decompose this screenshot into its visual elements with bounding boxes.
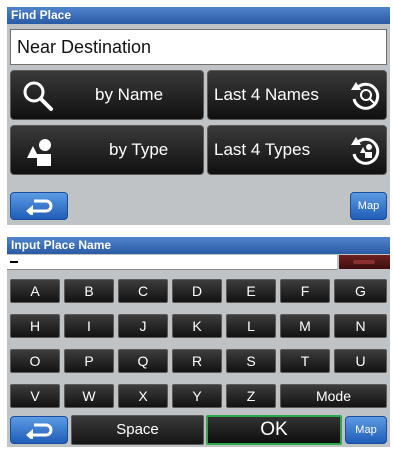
by-name-label: by Name bbox=[95, 85, 164, 104]
map-button[interactable]: Map bbox=[345, 416, 387, 444]
find-by-name-button[interactable]: by Name bbox=[10, 70, 204, 120]
key-d[interactable]: D bbox=[172, 279, 222, 303]
key-l[interactable]: L bbox=[226, 314, 276, 338]
back-arrow-icon bbox=[26, 199, 53, 215]
key-b[interactable]: B bbox=[64, 279, 114, 303]
key-t[interactable]: T bbox=[280, 349, 330, 373]
key-a[interactable]: A bbox=[10, 279, 60, 303]
key-m[interactable]: M bbox=[280, 314, 330, 338]
key-f[interactable]: F bbox=[280, 279, 330, 303]
key-w[interactable]: W bbox=[64, 384, 114, 408]
key-u[interactable]: U bbox=[334, 349, 387, 373]
last-4-names-button[interactable]: Last 4 Names bbox=[207, 70, 387, 120]
by-type-label: by Type bbox=[109, 140, 169, 159]
input-place-name-screen: Input Place Name A B C D E F G H I J K L… bbox=[7, 237, 390, 447]
place-name-input[interactable] bbox=[7, 255, 337, 270]
last-4-types-button[interactable]: Last 4 Types bbox=[207, 125, 387, 175]
key-o[interactable]: O bbox=[10, 349, 60, 373]
input-place-name-title: Input Place Name bbox=[7, 237, 390, 254]
space-key[interactable]: Space bbox=[71, 415, 204, 445]
key-k[interactable]: K bbox=[172, 314, 222, 338]
key-z[interactable]: Z bbox=[226, 384, 276, 408]
ok-button[interactable]: OK bbox=[206, 415, 342, 445]
back-arrow-icon bbox=[26, 423, 53, 439]
key-r[interactable]: R bbox=[172, 349, 222, 373]
key-j[interactable]: J bbox=[118, 314, 168, 338]
key-g[interactable]: G bbox=[334, 279, 387, 303]
map-button[interactable]: Map bbox=[350, 192, 387, 220]
key-i[interactable]: I bbox=[64, 314, 114, 338]
backspace-icon bbox=[353, 260, 375, 264]
last-4-types-label: Last 4 Types bbox=[214, 140, 311, 159]
key-v[interactable]: V bbox=[10, 384, 60, 408]
mode-key[interactable]: Mode bbox=[280, 384, 387, 408]
back-button[interactable] bbox=[10, 416, 68, 444]
key-c[interactable]: C bbox=[118, 279, 168, 303]
near-destination-field[interactable]: Near Destination bbox=[10, 29, 387, 65]
find-place-screen: Find Place Near Destination by Name Last… bbox=[7, 7, 390, 225]
key-h[interactable]: H bbox=[10, 314, 60, 338]
magnifier-icon bbox=[23, 81, 53, 111]
key-x[interactable]: X bbox=[118, 384, 168, 408]
backspace-button[interactable] bbox=[339, 255, 390, 269]
key-q[interactable]: Q bbox=[118, 349, 168, 373]
key-e[interactable]: E bbox=[226, 279, 276, 303]
back-button[interactable] bbox=[10, 192, 68, 220]
key-n[interactable]: N bbox=[334, 314, 387, 338]
recent-search-icon bbox=[351, 82, 380, 110]
recent-type-icon bbox=[351, 137, 380, 165]
find-place-title: Find Place bbox=[7, 7, 390, 24]
find-by-type-button[interactable]: by Type bbox=[10, 125, 204, 175]
key-y[interactable]: Y bbox=[172, 384, 222, 408]
text-cursor bbox=[10, 261, 18, 263]
shapes-icon bbox=[27, 139, 51, 166]
key-s[interactable]: S bbox=[226, 349, 276, 373]
last-4-names-label: Last 4 Names bbox=[214, 85, 319, 104]
key-p[interactable]: P bbox=[64, 349, 114, 373]
